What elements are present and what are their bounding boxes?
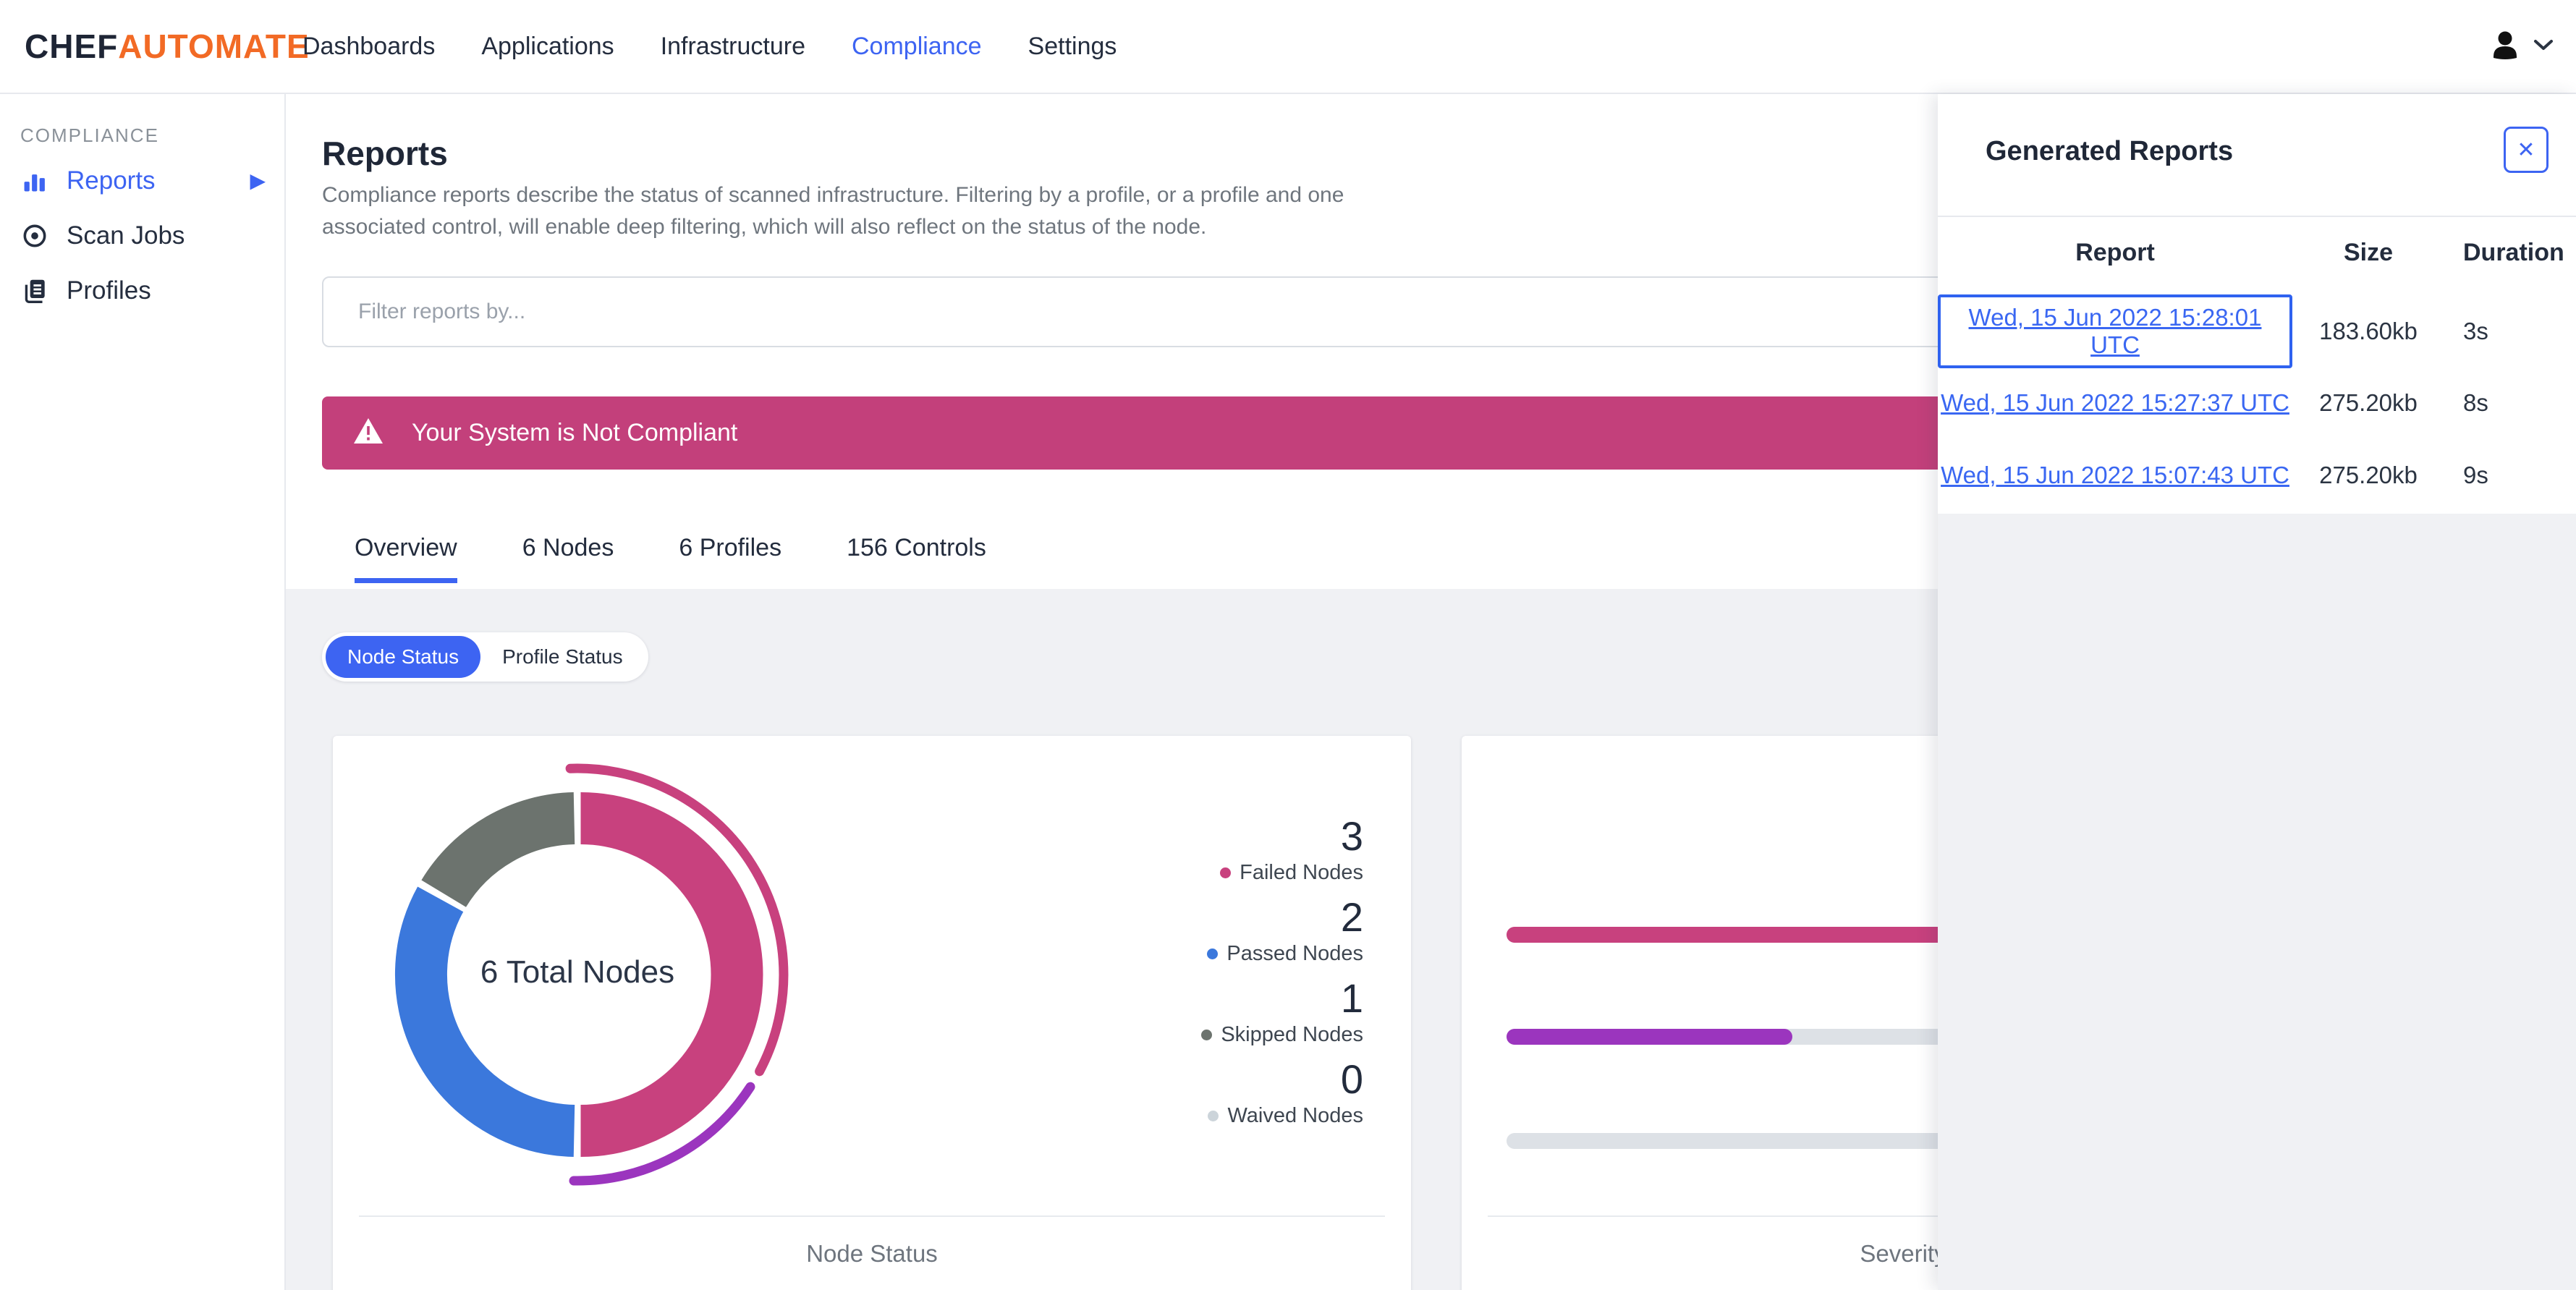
table-row: Wed, 15 Jun 2022 15:07:43 UTC 275.20kb 9… [1938,439,2576,512]
close-panel-button[interactable]: ✕ [2504,127,2549,173]
node-status-toggle[interactable]: Node Status [326,636,481,678]
app-root: CHEF AUTOMATE Dashboards Applications In… [0,0,2576,1290]
sidebar-item-label: Scan Jobs [67,221,185,250]
user-menu[interactable] [2486,0,2554,93]
legend-skipped: 1 Skipped Nodes [1117,976,1363,1047]
node-status-legend: 3 Failed Nodes 2 Passed Nodes 1 Skipped … [1117,814,1363,1138]
nav-compliance[interactable]: Compliance [852,33,982,61]
legend-failed: 3 Failed Nodes [1117,814,1363,885]
failed-dot-icon [1220,867,1232,878]
report-size: 183.60kb [2319,318,2418,344]
skipped-label: Skipped Nodes [1221,1023,1363,1046]
logo-automate: AUTOMATE [118,27,310,65]
node-status-card: 6 Total Nodes 3 Failed Nodes 2 Passed No… [333,736,1411,1290]
selected-report-outline: Wed, 15 Jun 2022 15:28:01 UTC [1938,294,2292,368]
main-nav: Dashboards Applications Infrastructure C… [302,0,1117,93]
report-duration: 3s [2463,318,2488,344]
sidebar-item-label: Profiles [67,276,151,305]
sidebar: COMPLIANCE Reports ▶ Scan Jobs Profiles [0,94,286,1290]
node-status-caption: Node Status [806,1240,938,1267]
warning-triangle-icon [352,417,384,449]
failed-count: 3 [1340,813,1363,859]
tab-profiles[interactable]: 6 Profiles [679,534,781,583]
scanner-target-icon [20,221,49,250]
panel-title: Generated Reports [1986,136,2234,166]
tab-nodes[interactable]: 6 Nodes [522,534,614,583]
failed-label: Failed Nodes [1240,861,1363,884]
report-size: 275.20kb [2319,389,2418,416]
sidebar-item-profiles[interactable]: Profiles [0,263,284,318]
sidebar-item-reports[interactable]: Reports ▶ [0,153,284,208]
logo-chef: CHEF [25,27,119,65]
sidebar-items: Reports ▶ Scan Jobs Profiles [0,153,284,318]
user-icon [2486,26,2524,67]
profiles-book-icon [20,276,49,305]
profile-status-toggle[interactable]: Profile Status [480,636,645,678]
generated-reports-panel: Generated Reports ✕ Report Size Duration… [1938,94,2576,1290]
page-title: Reports [322,135,448,172]
skipped-count: 1 [1340,975,1363,1021]
skipped-dot-icon [1201,1029,1213,1040]
table-row: Wed, 15 Jun 2022 15:27:37 UTC 275.20kb 8… [1938,367,2576,439]
report-link[interactable]: Wed, 15 Jun 2022 15:27:37 UTC [1941,389,2289,416]
chef-automate-logo[interactable]: CHEF AUTOMATE [25,0,310,93]
nav-settings[interactable]: Settings [1028,33,1117,61]
report-size: 275.20kb [2319,462,2418,488]
nav-infrastructure[interactable]: Infrastructure [661,33,805,61]
waived-count: 0 [1340,1056,1363,1102]
status-toggle: Node Status Profile Status [322,632,648,682]
tab-overview[interactable]: Overview [355,534,457,583]
alert-text: Your System is Not Compliant [412,419,738,446]
legend-waived: 0 Waived Nodes [1117,1057,1363,1128]
passed-count: 2 [1340,894,1363,940]
passed-dot-icon [1207,948,1219,959]
report-table-rows: Wed, 15 Jun 2022 15:28:01 UTC 183.60kb 3… [1938,294,2576,512]
page-description: Compliance reports describe the status o… [322,183,1344,239]
panel-divider [1938,216,2576,217]
nav-applications[interactable]: Applications [481,33,614,61]
report-tabs: Overview 6 Nodes 6 Profiles 156 Controls [355,534,986,583]
sidebar-item-scan-jobs[interactable]: Scan Jobs [0,208,284,263]
close-icon: ✕ [2517,137,2535,162]
legend-passed: 2 Passed Nodes [1117,895,1363,966]
top-nav: CHEF AUTOMATE Dashboards Applications In… [0,0,2576,94]
sidebar-section-label: COMPLIANCE [20,124,159,146]
report-duration: 9s [2463,462,2488,488]
chevron-down-icon [2533,38,2554,56]
sidebar-item-label: Reports [67,166,156,195]
column-size: Size [2343,239,2394,266]
waived-label: Waived Nodes [1227,1104,1363,1127]
report-duration: 8s [2463,389,2488,416]
nav-dashboards[interactable]: Dashboards [302,33,435,61]
report-table-header: Report Size Duration [1938,239,2576,267]
table-row: Wed, 15 Jun 2022 15:28:01 UTC 183.60kb 3… [1938,294,2576,368]
report-link[interactable]: Wed, 15 Jun 2022 15:07:43 UTC [1941,462,2289,488]
column-duration: Duration [2463,239,2564,266]
donut-center-label: 6 Total Nodes [480,954,675,990]
report-link[interactable]: Wed, 15 Jun 2022 15:28:01 UTC [1969,304,2262,358]
tab-controls[interactable]: 156 Controls [847,534,986,583]
column-report: Report [2075,239,2155,266]
active-item-arrow-icon: ▶ [250,169,266,192]
bar-chart-icon [20,166,49,195]
passed-label: Passed Nodes [1226,942,1363,965]
waived-dot-icon [1208,1110,1219,1121]
card-divider [359,1215,1385,1217]
